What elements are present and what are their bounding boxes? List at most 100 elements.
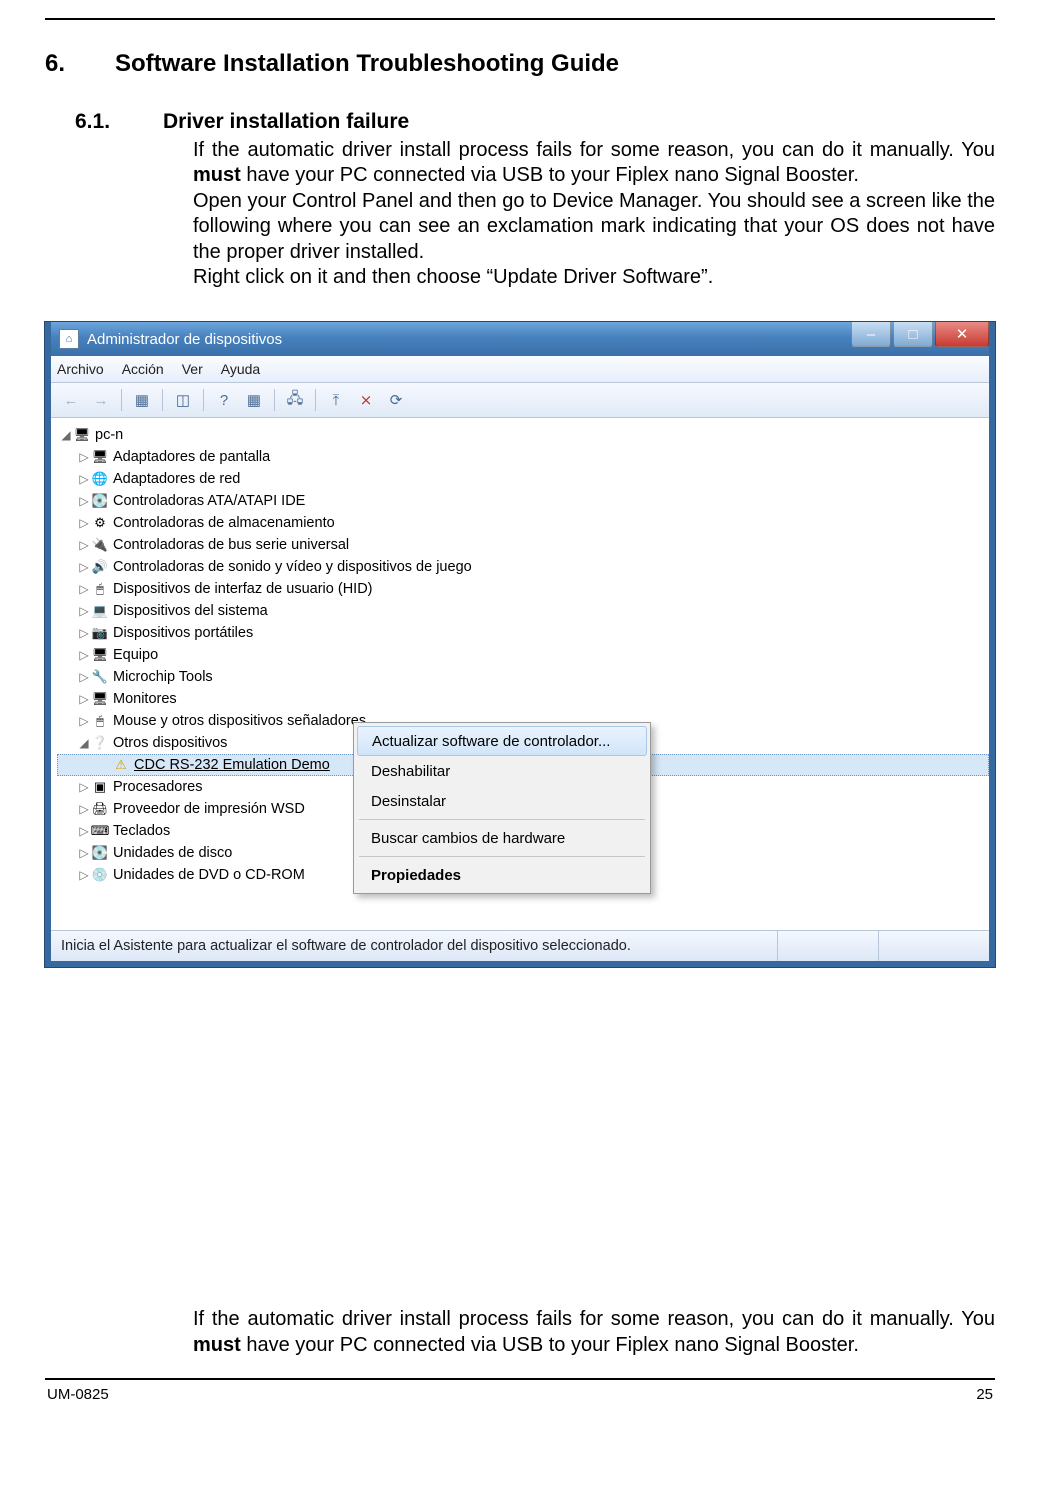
portable-icon: 📷 <box>91 625 109 641</box>
paragraph-4: If the automatic driver install process … <box>193 1307 995 1358</box>
expand-icon[interactable]: ▷ <box>77 626 91 640</box>
tb-btn-3[interactable]: ▦ <box>240 386 268 414</box>
expand-icon[interactable]: ▷ <box>77 824 91 838</box>
menubar: Archivo Acción Ver Ayuda <box>51 356 989 383</box>
tree-item[interactable]: ▷📷Dispositivos portátiles <box>57 622 989 644</box>
tree-item[interactable]: ▷💻Dispositivos del sistema <box>57 600 989 622</box>
forward-icon: → <box>94 392 109 409</box>
expand-icon[interactable]: ▷ <box>77 538 91 552</box>
window-titlebar[interactable]: ⌂ Administrador de dispositivos – □ ✕ <box>51 322 989 356</box>
tree-item[interactable]: ▷🌐Adaptadores de red <box>57 468 989 490</box>
keyboard-icon: ⌨ <box>91 823 109 839</box>
expand-icon[interactable]: ▷ <box>77 868 91 882</box>
uninstall-button[interactable]: ⨯ <box>352 386 380 414</box>
expand-icon[interactable]: ▷ <box>77 560 91 574</box>
back-button[interactable]: ← <box>57 386 85 414</box>
collapse-icon[interactable]: ◢ <box>77 736 91 750</box>
heading-1: 6.Software Installation Troubleshooting … <box>45 50 995 78</box>
ctx-disable[interactable]: Deshabilitar <box>357 756 647 786</box>
display-icon: 🖥 <box>91 449 109 465</box>
page-footer: UM-0825 25 <box>45 1386 995 1428</box>
h2-title: Driver installation failure <box>163 110 409 133</box>
system-icon: 💻 <box>91 603 109 619</box>
expand-icon[interactable]: ▷ <box>77 692 91 706</box>
ctx-update-driver[interactable]: Actualizar software de controlador... <box>357 726 647 756</box>
expand-icon[interactable]: ▷ <box>77 516 91 530</box>
expand-icon[interactable]: ▷ <box>77 780 91 794</box>
ctx-properties[interactable]: Propiedades <box>357 860 647 890</box>
toolbar-separator <box>121 389 122 411</box>
refresh-icon: ⟳ <box>390 391 403 409</box>
h1-title: Software Installation Troubleshooting Gu… <box>115 50 619 77</box>
status-bar: Inicia el Asistente para actualizar el s… <box>51 930 989 961</box>
expand-icon[interactable]: ▷ <box>77 714 91 728</box>
printer-icon: 🖨 <box>91 801 109 817</box>
menu-ayuda[interactable]: Ayuda <box>221 361 260 377</box>
paragraph-3: Right click on it and then choose “Updat… <box>193 265 995 290</box>
ctx-scan-hardware[interactable]: Buscar cambios de hardware <box>357 823 647 853</box>
usb-icon: 🔌 <box>91 537 109 553</box>
tree-item[interactable]: ▷🔊Controladoras de sonido y vídeo y disp… <box>57 556 989 578</box>
device-manager-window: ⌂ Administrador de dispositivos – □ ✕ Ar… <box>45 322 995 967</box>
ctx-uninstall[interactable]: Desinstalar <box>357 786 647 816</box>
minimize-icon: – <box>867 326 875 343</box>
expand-icon[interactable]: ▷ <box>77 450 91 464</box>
footer-doc-id: UM-0825 <box>47 1386 109 1403</box>
device-tree[interactable]: ◢ 🖥 pc-n ▷🖥Adaptadores de pantalla ▷🌐Ada… <box>51 418 989 930</box>
computer-icon: 🖥 <box>91 647 109 663</box>
expand-icon[interactable]: ▷ <box>77 494 91 508</box>
toolbar-separator <box>274 389 275 411</box>
status-text: Inicia el Asistente para actualizar el s… <box>61 938 631 954</box>
tree-item[interactable]: ▷🖱Dispositivos de interfaz de usuario (H… <box>57 578 989 600</box>
menu-archivo[interactable]: Archivo <box>57 361 104 377</box>
close-icon: ✕ <box>956 325 969 343</box>
tree-item[interactable]: ▷🖥Equipo <box>57 644 989 666</box>
status-cell <box>878 931 979 961</box>
maximize-button[interactable]: □ <box>893 322 933 347</box>
expand-icon[interactable]: ▷ <box>77 604 91 618</box>
hid-icon: 🖱 <box>91 581 109 597</box>
tree-root[interactable]: ◢ 🖥 pc-n <box>57 424 989 446</box>
back-icon: ← <box>64 392 79 409</box>
scan-hardware-button[interactable]: 🖧 <box>281 386 309 414</box>
storage-icon: ⚙ <box>91 515 109 531</box>
tb-btn-1[interactable]: ▦ <box>128 386 156 414</box>
expand-icon[interactable]: ▷ <box>77 582 91 596</box>
h2-number: 6.1. <box>75 110 163 134</box>
tree-item[interactable]: ▷🖥Monitores <box>57 688 989 710</box>
tree-item[interactable]: ▷🖥Adaptadores de pantalla <box>57 446 989 468</box>
tree-item[interactable]: ▷💽Controladoras ATA/ATAPI IDE <box>57 490 989 512</box>
minimize-button[interactable]: – <box>851 322 891 347</box>
close-button[interactable]: ✕ <box>935 322 989 347</box>
toolbar-separator <box>315 389 316 411</box>
menu-ver[interactable]: Ver <box>182 361 203 377</box>
forward-button[interactable]: → <box>87 386 115 414</box>
paragraph-2: Open your Control Panel and then go to D… <box>193 189 995 265</box>
expand-icon[interactable]: ▷ <box>77 670 91 684</box>
collapse-icon[interactable]: ◢ <box>59 428 73 442</box>
tree-item[interactable]: ▷🔌Controladoras de bus serie universal <box>57 534 989 556</box>
tb-btn-2[interactable]: ◫ <box>169 386 197 414</box>
expand-icon[interactable]: ▷ <box>77 802 91 816</box>
toolbar: ← → ▦ ◫ ? ▦ 🖧 ⤒ ⨯ ⟳ <box>51 383 989 418</box>
maximize-icon: □ <box>908 326 917 343</box>
help-button[interactable]: ? <box>210 386 238 414</box>
expand-icon[interactable]: ▷ <box>77 846 91 860</box>
window-title: Administrador de dispositivos <box>87 331 282 348</box>
update-driver-button[interactable]: ⤒ <box>322 386 350 414</box>
mouse-icon: 🖱 <box>91 713 109 729</box>
monitor-icon: 🖥 <box>91 691 109 707</box>
expand-icon[interactable]: ▷ <box>77 648 91 662</box>
paragraph-1: If the automatic driver install process … <box>193 138 995 189</box>
warning-icon: ⚠ <box>112 757 130 773</box>
tree-item[interactable]: ▷⚙Controladoras de almacenamiento <box>57 512 989 534</box>
expand-icon[interactable]: ▷ <box>77 472 91 486</box>
ctx-separator <box>359 819 645 820</box>
refresh-button[interactable]: ⟳ <box>382 386 410 414</box>
tree-root-label: pc-n <box>95 427 123 443</box>
app-icon: ⌂ <box>59 329 79 349</box>
sound-icon: 🔊 <box>91 559 109 575</box>
tree-item[interactable]: ▷🔧Microchip Tools <box>57 666 989 688</box>
menu-accion[interactable]: Acción <box>122 361 164 377</box>
toolbar-separator <box>162 389 163 411</box>
